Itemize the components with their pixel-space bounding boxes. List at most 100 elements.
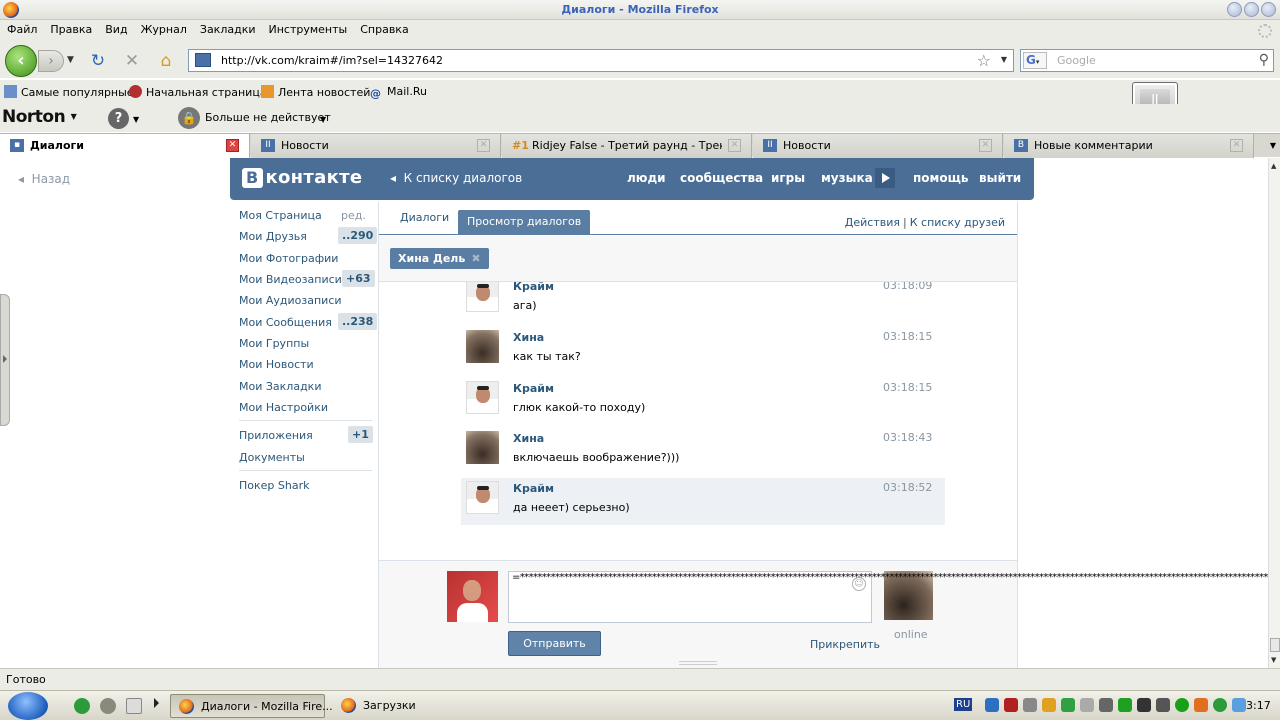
message-author[interactable]: Хина bbox=[513, 432, 544, 445]
close-tab-icon[interactable]: ✕ bbox=[477, 139, 490, 152]
nav-music[interactable]: музыка bbox=[821, 171, 873, 185]
message-author[interactable]: Крайм bbox=[513, 482, 554, 495]
nav-communities[interactable]: сообщества bbox=[680, 171, 763, 185]
tab-dialogs-list[interactable]: Диалоги bbox=[400, 211, 449, 224]
menu-documents[interactable]: Документы bbox=[239, 451, 305, 464]
close-window-button[interactable] bbox=[1261, 2, 1276, 17]
nav-logout[interactable]: выйти bbox=[979, 171, 1021, 185]
menu-bookmarks[interactable]: Закладки bbox=[193, 20, 262, 36]
menu-help[interactable]: Справка bbox=[353, 20, 414, 36]
edit-link[interactable]: ред. bbox=[341, 209, 366, 222]
search-placeholder[interactable]: Google bbox=[1057, 54, 1096, 67]
norton-status-dropdown-icon[interactable]: ▼ bbox=[320, 115, 326, 124]
bookmark-news-feed[interactable]: Лента новостей bbox=[261, 85, 370, 99]
close-tab-icon[interactable]: ✕ bbox=[1230, 139, 1243, 152]
message-item[interactable]: Крайм глюк какой-то походу) 03:18:15 bbox=[461, 378, 945, 425]
videos-badge[interactable]: +63 bbox=[342, 270, 375, 287]
reload-icon[interactable]: ↻ bbox=[88, 52, 108, 70]
tray-app-icon[interactable] bbox=[1042, 698, 1056, 712]
menu-my-page[interactable]: Моя Страница bbox=[239, 209, 322, 222]
tray-app-icon[interactable] bbox=[1156, 698, 1170, 712]
tray-app-icon[interactable] bbox=[1137, 698, 1151, 712]
back-button[interactable]: ‹ bbox=[5, 45, 37, 77]
menu-edit[interactable]: Правка bbox=[43, 20, 98, 36]
back-link[interactable]: ◂ Назад bbox=[18, 172, 70, 186]
messages-badge[interactable]: ..238 bbox=[338, 313, 378, 330]
search-icon[interactable]: ⚲ bbox=[1259, 52, 1269, 68]
url-text[interactable]: http://vk.com/kraim#/im?sel=14327642 bbox=[221, 54, 443, 67]
search-engine-icon[interactable]: G▾ bbox=[1023, 52, 1047, 69]
recipient-chip[interactable]: Хина Дель ✖ bbox=[390, 248, 489, 269]
taskbar-downloads[interactable]: Загрузки bbox=[333, 694, 453, 718]
apps-badge[interactable]: +1 bbox=[348, 426, 373, 443]
menu-my-news[interactable]: Мои Новости bbox=[239, 358, 314, 371]
menu-my-messages[interactable]: Мои Сообщения bbox=[239, 316, 332, 329]
tray-app-icon[interactable] bbox=[1232, 698, 1246, 712]
menu-my-friends[interactable]: Мои Друзья bbox=[239, 230, 307, 243]
close-tab-icon[interactable]: ✕ bbox=[979, 139, 992, 152]
menu-view[interactable]: Вид bbox=[98, 20, 133, 36]
nav-games[interactable]: игры bbox=[771, 171, 805, 185]
volume-icon[interactable] bbox=[1099, 698, 1113, 712]
actions-link[interactable]: Действия bbox=[845, 216, 900, 229]
message-draft-text[interactable]: =***************************************… bbox=[512, 572, 1268, 583]
utorrent-icon[interactable] bbox=[74, 698, 90, 714]
close-tab-icon[interactable]: ✕ bbox=[728, 139, 741, 152]
avatar[interactable] bbox=[466, 282, 499, 312]
nav-people[interactable]: люди bbox=[627, 171, 666, 185]
nav-help[interactable]: помощь bbox=[913, 171, 968, 185]
menu-my-groups[interactable]: Мои Группы bbox=[239, 337, 309, 350]
message-author[interactable]: Крайм bbox=[513, 382, 554, 395]
vk-logo[interactable]: Вконтакте bbox=[242, 167, 362, 188]
menu-my-bookmarks[interactable]: Мои Закладки bbox=[239, 380, 321, 393]
scroll-down-icon[interactable]: ▼ bbox=[1271, 656, 1276, 664]
taskbar-firefox[interactable]: Диалоги - Mozilla Fire... bbox=[170, 694, 333, 718]
menu-my-settings[interactable]: Мои Настройки bbox=[239, 401, 328, 414]
avatar[interactable] bbox=[466, 481, 499, 514]
minimize-button[interactable] bbox=[1227, 2, 1242, 17]
scroll-thumb[interactable] bbox=[1270, 638, 1280, 652]
tray-app-icon[interactable] bbox=[1194, 698, 1208, 712]
avatar[interactable] bbox=[466, 381, 499, 414]
my-avatar[interactable] bbox=[447, 571, 498, 622]
message-item[interactable]: Хина включаешь воображение?))) 03:18:43 bbox=[461, 428, 945, 475]
message-item[interactable]: Хина как ты так? 03:18:15 bbox=[461, 327, 945, 374]
send-button[interactable]: Отправить bbox=[508, 631, 601, 656]
close-tab-icon[interactable]: ✕ bbox=[226, 139, 239, 152]
tab-list-icon[interactable]: ▼ bbox=[1270, 141, 1276, 150]
friends-badge[interactable]: ..290 bbox=[338, 227, 378, 244]
message-author[interactable]: Крайм bbox=[513, 282, 554, 293]
network-icon[interactable] bbox=[985, 698, 999, 712]
tab-ridjey[interactable]: #1 Ridjey False - Третий раунд - Треки -… bbox=[502, 134, 752, 158]
message-item-highlighted[interactable]: Крайм да нееет) серьезно) 03:18:52 bbox=[461, 478, 945, 525]
scroll-up-icon[interactable]: ▲ bbox=[1271, 162, 1276, 170]
menu-history[interactable]: Журнал bbox=[134, 20, 193, 36]
menu-poker-shark[interactable]: Покер Shark bbox=[239, 479, 309, 492]
forward-button[interactable]: › bbox=[38, 50, 64, 72]
menu-my-photos[interactable]: Мои Фотографии bbox=[239, 252, 338, 265]
tab-dialogs[interactable]: ▪ Диалоги ✕ bbox=[0, 134, 250, 159]
menu-apps[interactable]: Приложения bbox=[239, 429, 313, 442]
attach-link[interactable]: Прикрепить bbox=[810, 638, 880, 651]
bookmark-star-icon[interactable]: ☆ bbox=[977, 51, 991, 70]
stop-icon[interactable]: ✕ bbox=[122, 52, 142, 70]
tab-new-comments[interactable]: B Новые комментарии ✕ bbox=[1004, 134, 1254, 158]
bookmark-mailru[interactable]: @ Mail.Ru bbox=[370, 85, 427, 100]
tray-app-icon[interactable] bbox=[1175, 698, 1189, 712]
tab-news-1[interactable]: II Новости ✕ bbox=[251, 134, 501, 158]
friends-list-link[interactable]: К списку друзей bbox=[910, 216, 1005, 229]
vertical-scrollbar[interactable]: ▲ ▼ bbox=[1268, 158, 1280, 668]
menu-file[interactable]: Файл bbox=[0, 20, 43, 36]
tray-app-icon[interactable] bbox=[1023, 698, 1037, 712]
show-desktop-icon[interactable] bbox=[126, 698, 142, 714]
tray-app-icon[interactable] bbox=[1061, 698, 1075, 712]
help-dropdown-icon[interactable]: ▼ bbox=[133, 115, 139, 124]
avatar[interactable] bbox=[466, 431, 499, 464]
help-icon[interactable]: ? bbox=[108, 108, 129, 129]
home-icon[interactable]: ⌂ bbox=[156, 52, 176, 70]
tray-app-icon[interactable] bbox=[1080, 698, 1094, 712]
language-indicator[interactable]: RU bbox=[954, 698, 973, 711]
menu-my-videos[interactable]: Мои Видеозаписи bbox=[239, 273, 342, 286]
url-dropdown-icon[interactable]: ▼ bbox=[1001, 55, 1007, 64]
expand-icon[interactable] bbox=[154, 698, 159, 708]
